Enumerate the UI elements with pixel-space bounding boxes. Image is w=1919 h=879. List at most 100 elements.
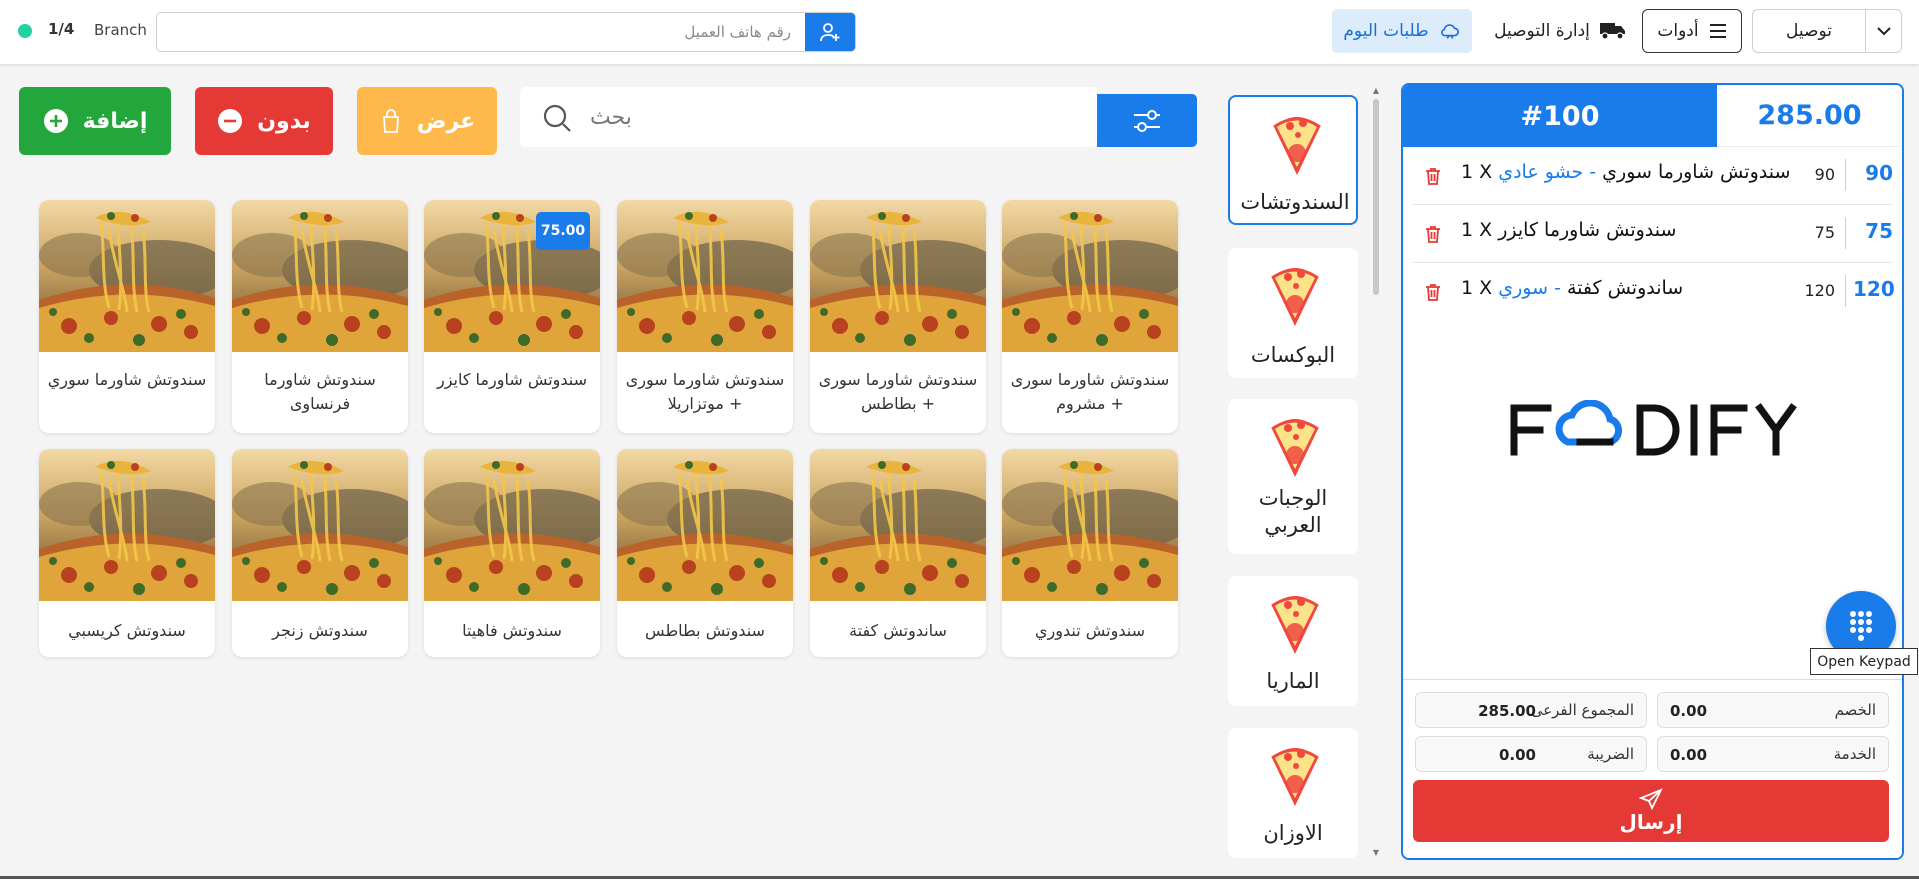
- pizza-slice-icon: [1272, 115, 1322, 177]
- offer-button[interactable]: عرض: [357, 87, 497, 155]
- pizza-slice-icon: [1270, 594, 1320, 656]
- product-image: [232, 200, 408, 352]
- cart-line-description: 1 X ساندوتش كفتة - سوري: [1461, 277, 1684, 299]
- category-label: البوكسات: [1250, 343, 1336, 367]
- category-weights[interactable]: الاوزان: [1228, 728, 1358, 858]
- divider: [1845, 275, 1846, 307]
- orders-cloud-icon: [1440, 24, 1459, 39]
- order-cart: #100 285.00 1 X سندوتش شاورما سوري - حشو…: [1401, 83, 1904, 860]
- cart-line-name: سندوتش شاورما سوري: [1602, 161, 1791, 183]
- product-card[interactable]: سندوتش زنجر: [232, 449, 408, 657]
- trash-icon[interactable]: [1425, 167, 1441, 185]
- product-card[interactable]: سندوتش بطاطس: [617, 449, 793, 657]
- scroll-up-arrow[interactable]: ▲: [1372, 87, 1380, 95]
- product-name: سندوتش شاورما سورى + بطاطس: [818, 370, 978, 413]
- category-arabic-meals[interactable]: الوجبات العربي: [1228, 399, 1358, 554]
- product-card[interactable]: سندوتش شاورما فرنساوى: [232, 200, 408, 433]
- customer-phone-group: [156, 12, 856, 52]
- trash-icon[interactable]: [1425, 225, 1441, 243]
- service-value: 0.00: [1670, 746, 1708, 764]
- customer-phone-input[interactable]: [157, 13, 805, 51]
- category-label: الوجبات العربي: [1258, 486, 1328, 537]
- category-label: الماريا: [1266, 669, 1320, 693]
- product-name: سندوتش بطاطس: [645, 621, 765, 640]
- price-badge: 75.00: [536, 212, 590, 250]
- scrollbar-thumb[interactable]: [1373, 99, 1379, 295]
- category-sandwiches[interactable]: السندوتشات: [1228, 95, 1358, 225]
- subtotal-label: المجموع الفرعى: [1530, 701, 1634, 719]
- cart-line-name: ساندوتش كفتة: [1566, 277, 1684, 299]
- subtotal-value: 285.00: [1478, 702, 1536, 720]
- status-indicator: [18, 24, 32, 38]
- order-type-select[interactable]: توصيل: [1752, 9, 1902, 53]
- delivery-management-button[interactable]: إدارة التوصيل: [1490, 9, 1630, 53]
- divider: [1845, 217, 1846, 249]
- product-card[interactable]: سندوتش شاورما سوري: [39, 200, 215, 433]
- product-card[interactable]: سندوتش شاورما سورى + مشروم: [1002, 200, 1178, 433]
- category-label: الاوزان: [1263, 821, 1323, 845]
- category-boxes[interactable]: البوكسات: [1228, 248, 1358, 378]
- search-icon: [543, 104, 571, 132]
- product-name: سندوتش فاهيتا: [462, 621, 562, 640]
- minus-circle-icon: [218, 109, 243, 133]
- cart-line-total: 120: [1853, 277, 1895, 301]
- cart-line[interactable]: 1 X سندوتش شاورما كايزر 75 75: [1413, 205, 1893, 263]
- product-card[interactable]: سندوتش كريسبي: [39, 449, 215, 657]
- product-name: سندوتش شاورما سوري: [47, 370, 207, 389]
- product-image: [1002, 200, 1178, 352]
- add-customer-button[interactable]: [805, 13, 855, 51]
- foodify-logo: [1510, 400, 1797, 456]
- cart-line-option: حشو عادي: [1498, 161, 1584, 183]
- tax-value: 0.00: [1498, 746, 1536, 764]
- discount-label: الخصم: [1834, 701, 1876, 719]
- product-card[interactable]: سندوتش شاورما سورى + بطاطس: [810, 200, 986, 433]
- product-card[interactable]: 75.00 سندوتش شاورما كايزر: [424, 200, 600, 433]
- delivery-management-label: إدارة التوصيل: [1494, 21, 1590, 41]
- pager-label: 1/4: [48, 20, 75, 38]
- filter-button[interactable]: [1097, 94, 1197, 147]
- discount-box[interactable]: الخصم 0.00: [1657, 692, 1889, 728]
- product-card[interactable]: سندوتش شاورما سورى + موتزاريلا: [617, 200, 793, 433]
- add-modifier-button[interactable]: إضافة: [19, 87, 171, 155]
- product-card[interactable]: سندوتش تندوري: [1002, 449, 1178, 657]
- category-maria[interactable]: الماريا: [1228, 576, 1358, 706]
- cart-line-qty: 1 X: [1461, 277, 1493, 299]
- service-box[interactable]: الخدمة 0.00: [1657, 736, 1889, 772]
- cart-line-unit-price: 120: [1804, 281, 1835, 300]
- product-card[interactable]: ساندوتش كفتة: [810, 449, 986, 657]
- category-label: السندوتشات: [1240, 190, 1350, 214]
- cart-line-description: 1 X سندوتش شاورما سوري - حشو عادي: [1461, 161, 1791, 183]
- subtotal-box: المجموع الفرعى 285.00: [1415, 692, 1647, 728]
- trash-icon[interactable]: [1425, 283, 1441, 301]
- product-search-group: [520, 87, 1097, 147]
- tools-menu-button[interactable]: أدوات: [1642, 9, 1742, 53]
- truck-icon: [1599, 23, 1625, 40]
- plus-circle-icon: [43, 109, 68, 133]
- cart-line-unit-price: 90: [1814, 165, 1835, 184]
- product-image: [810, 200, 986, 352]
- product-name: سندوتش تندوري: [1035, 621, 1145, 640]
- order-number: #100: [1403, 85, 1717, 147]
- product-name: سندوتش كريسبي: [68, 621, 186, 640]
- cart-line-qty: 1 X: [1461, 219, 1493, 241]
- order-type-value: توصيل: [1786, 21, 1832, 41]
- send-label: إرسال: [1619, 810, 1683, 834]
- scroll-down-arrow[interactable]: ▼: [1372, 849, 1380, 857]
- cart-line-option: سوري: [1498, 277, 1548, 299]
- today-orders-button[interactable]: طلبات اليوم: [1332, 9, 1472, 53]
- cart-line-total: 90: [1865, 161, 1893, 185]
- offer-label: عرض: [416, 108, 476, 134]
- product-card[interactable]: سندوتش فاهيتا: [424, 449, 600, 657]
- branch-label: Branch: [94, 21, 147, 39]
- category-scrollbar[interactable]: ▲ ▼: [1371, 85, 1381, 860]
- product-image: [617, 449, 793, 601]
- product-image: [39, 200, 215, 352]
- send-order-button[interactable]: إرسال: [1413, 780, 1889, 842]
- cart-line[interactable]: 1 X سندوتش شاورما سوري - حشو عادي 90 90: [1413, 147, 1893, 205]
- pizza-slice-icon: [1270, 266, 1320, 328]
- cart-line[interactable]: 1 X ساندوتش كفتة - سوري 120 120: [1413, 263, 1895, 321]
- product-search-input[interactable]: [590, 87, 970, 147]
- category-list: السندوتشات البوكسات الوجبات العربي المار…: [1221, 85, 1371, 860]
- without-modifier-button[interactable]: بدون: [195, 87, 333, 155]
- today-orders-label: طلبات اليوم: [1343, 21, 1429, 41]
